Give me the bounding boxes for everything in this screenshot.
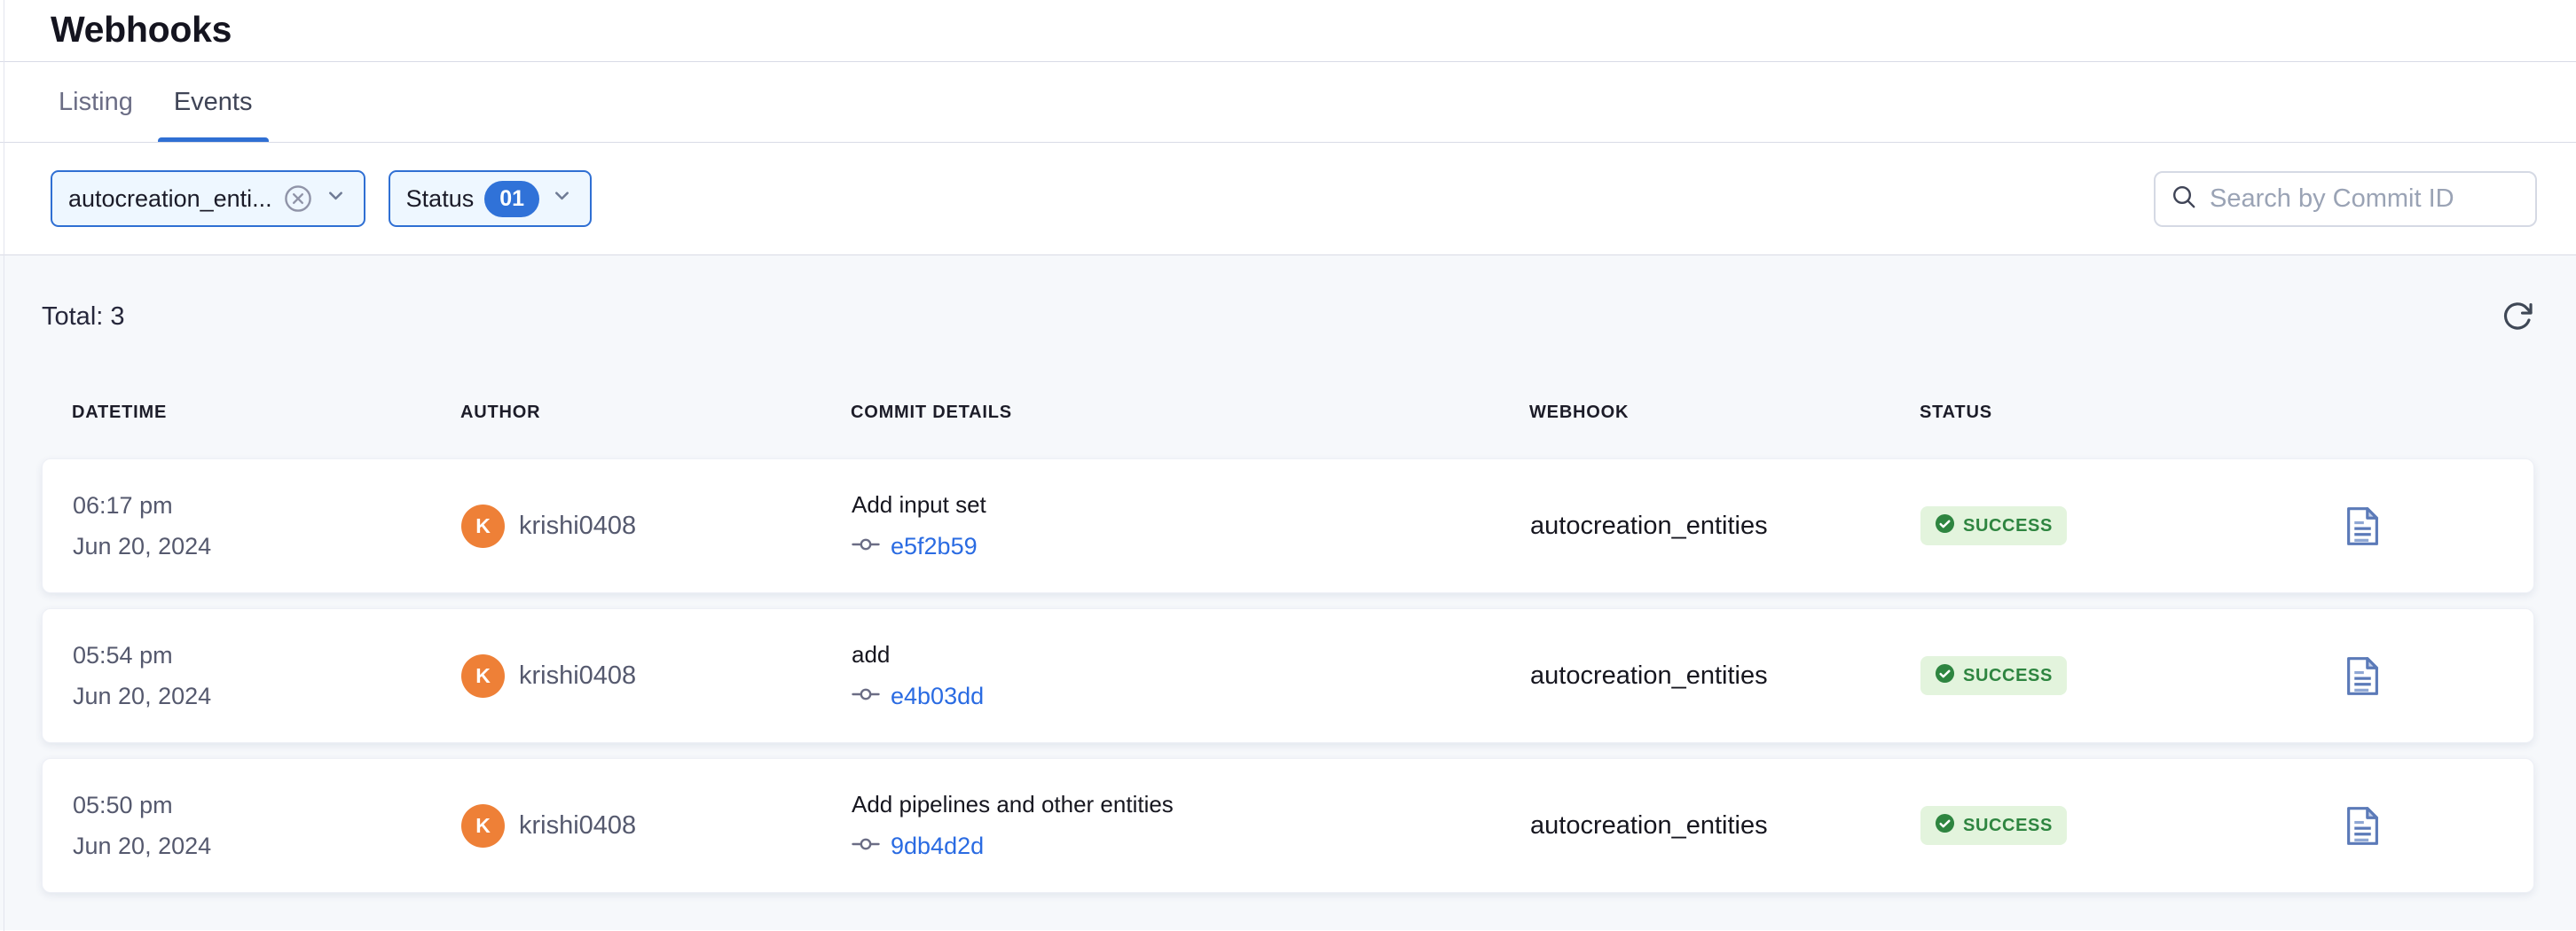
avatar-initial: K — [475, 514, 491, 538]
event-time: 05:50 pm — [73, 792, 461, 819]
webhook-filter-label: autocreation_enti... — [68, 185, 272, 213]
status-filter-count-badge: 01 — [484, 181, 539, 217]
commit-message: Add pipelines and other entities — [852, 791, 1530, 818]
avatar-initial: K — [475, 814, 491, 838]
commit-message: add — [852, 641, 1530, 669]
avatar-initial: K — [475, 664, 491, 688]
events-table-body: 06:17 pm Jun 20, 2024 K krishi0408 Add i… — [42, 458, 2534, 893]
column-header-webhook: WEBHOOK — [1529, 403, 1920, 423]
avatar: K — [461, 505, 505, 548]
table-row: 05:54 pm Jun 20, 2024 K krishi0408 add e… — [42, 608, 2534, 743]
status-badge: SUCCESS — [1920, 656, 2067, 695]
webhook-name: autocreation_entities — [1530, 811, 1920, 841]
avatar: K — [461, 654, 505, 698]
payload-details-icon[interactable] — [2346, 506, 2379, 546]
status-badge: SUCCESS — [1920, 506, 2067, 545]
chevron-down-icon — [550, 184, 574, 214]
author-name: krishi0408 — [519, 661, 636, 691]
status-label: SUCCESS — [1963, 666, 2053, 686]
status-filter-chip[interactable]: Status 01 — [389, 170, 592, 227]
commit-message: Add input set — [852, 491, 1530, 519]
table-row: 06:17 pm Jun 20, 2024 K krishi0408 Add i… — [42, 458, 2534, 593]
webhook-filter-chip[interactable]: autocreation_enti... — [51, 170, 365, 227]
tab-bar: Listing Events — [0, 62, 2576, 143]
page-header: Webhooks — [0, 0, 2576, 62]
column-header-author: AUTHOR — [460, 403, 851, 423]
status-label: SUCCESS — [1963, 516, 2053, 536]
git-commit-icon — [852, 686, 880, 707]
status-filter-label: Status — [406, 185, 475, 213]
tab-events-label: Events — [174, 88, 253, 117]
event-date: Jun 20, 2024 — [73, 533, 461, 560]
event-time: 06:17 pm — [73, 492, 461, 520]
tab-events[interactable]: Events — [158, 62, 269, 142]
clear-filter-icon[interactable] — [283, 184, 313, 214]
status-cell: SUCCESS — [1920, 656, 2346, 695]
status-label: SUCCESS — [1963, 816, 2053, 836]
page-title: Webhooks — [51, 9, 2576, 51]
webhook-name: autocreation_entities — [1530, 661, 1920, 691]
event-author: K krishi0408 — [461, 654, 852, 698]
commit-details: Add input set e5f2b59 — [852, 491, 1530, 560]
commit-details: Add pipelines and other entities 9db4d2d — [852, 791, 1530, 860]
event-date: Jun 20, 2024 — [73, 683, 461, 710]
webhook-name: autocreation_entities — [1530, 512, 1920, 541]
event-datetime: 06:17 pm Jun 20, 2024 — [73, 492, 461, 560]
summary-row: Total: 3 — [42, 255, 2534, 333]
table-row: 05:50 pm Jun 20, 2024 K krishi0408 Add p… — [42, 758, 2534, 893]
search-icon — [2170, 183, 2198, 215]
chevron-down-icon — [324, 184, 348, 214]
git-commit-icon — [852, 536, 880, 557]
git-commit-icon — [852, 836, 880, 857]
status-cell: SUCCESS — [1920, 506, 2346, 545]
total-count: Total: 3 — [42, 302, 125, 332]
status-badge: SUCCESS — [1920, 806, 2067, 845]
table-header-row: DATETIME AUTHOR COMMIT DETAILS WEBHOOK S… — [42, 403, 2534, 423]
avatar: K — [461, 804, 505, 848]
payload-details-icon[interactable] — [2346, 656, 2379, 696]
column-header-commit-details: COMMIT DETAILS — [851, 403, 1529, 423]
commit-search-input[interactable] — [2210, 184, 2521, 214]
refresh-button[interactable] — [2501, 300, 2534, 333]
column-header-status: STATUS — [1920, 403, 2345, 423]
status-cell: SUCCESS — [1920, 806, 2346, 845]
commit-details: add e4b03dd — [852, 641, 1530, 710]
commit-search-box — [2154, 171, 2537, 227]
event-datetime: 05:50 pm Jun 20, 2024 — [73, 792, 461, 860]
tab-listing[interactable]: Listing — [43, 62, 149, 142]
tab-listing-label: Listing — [59, 88, 133, 117]
events-section: Total: 3 DATETIME AUTHOR COMMIT DETAILS … — [0, 255, 2576, 930]
commit-link[interactable]: 9db4d2d — [891, 833, 984, 860]
check-circle-icon — [1935, 813, 1955, 838]
check-circle-icon — [1935, 663, 1955, 688]
commit-link[interactable]: e4b03dd — [891, 683, 984, 710]
author-name: krishi0408 — [519, 811, 636, 841]
filter-bar: autocreation_enti... Status 01 — [0, 143, 2576, 255]
event-date: Jun 20, 2024 — [73, 833, 461, 860]
payload-details-icon[interactable] — [2346, 806, 2379, 846]
event-datetime: 05:54 pm Jun 20, 2024 — [73, 642, 461, 710]
commit-link[interactable]: e5f2b59 — [891, 533, 978, 560]
column-header-datetime: DATETIME — [72, 403, 460, 423]
author-name: krishi0408 — [519, 512, 636, 541]
event-author: K krishi0408 — [461, 505, 852, 548]
event-time: 05:54 pm — [73, 642, 461, 669]
check-circle-icon — [1935, 513, 1955, 538]
event-author: K krishi0408 — [461, 804, 852, 848]
